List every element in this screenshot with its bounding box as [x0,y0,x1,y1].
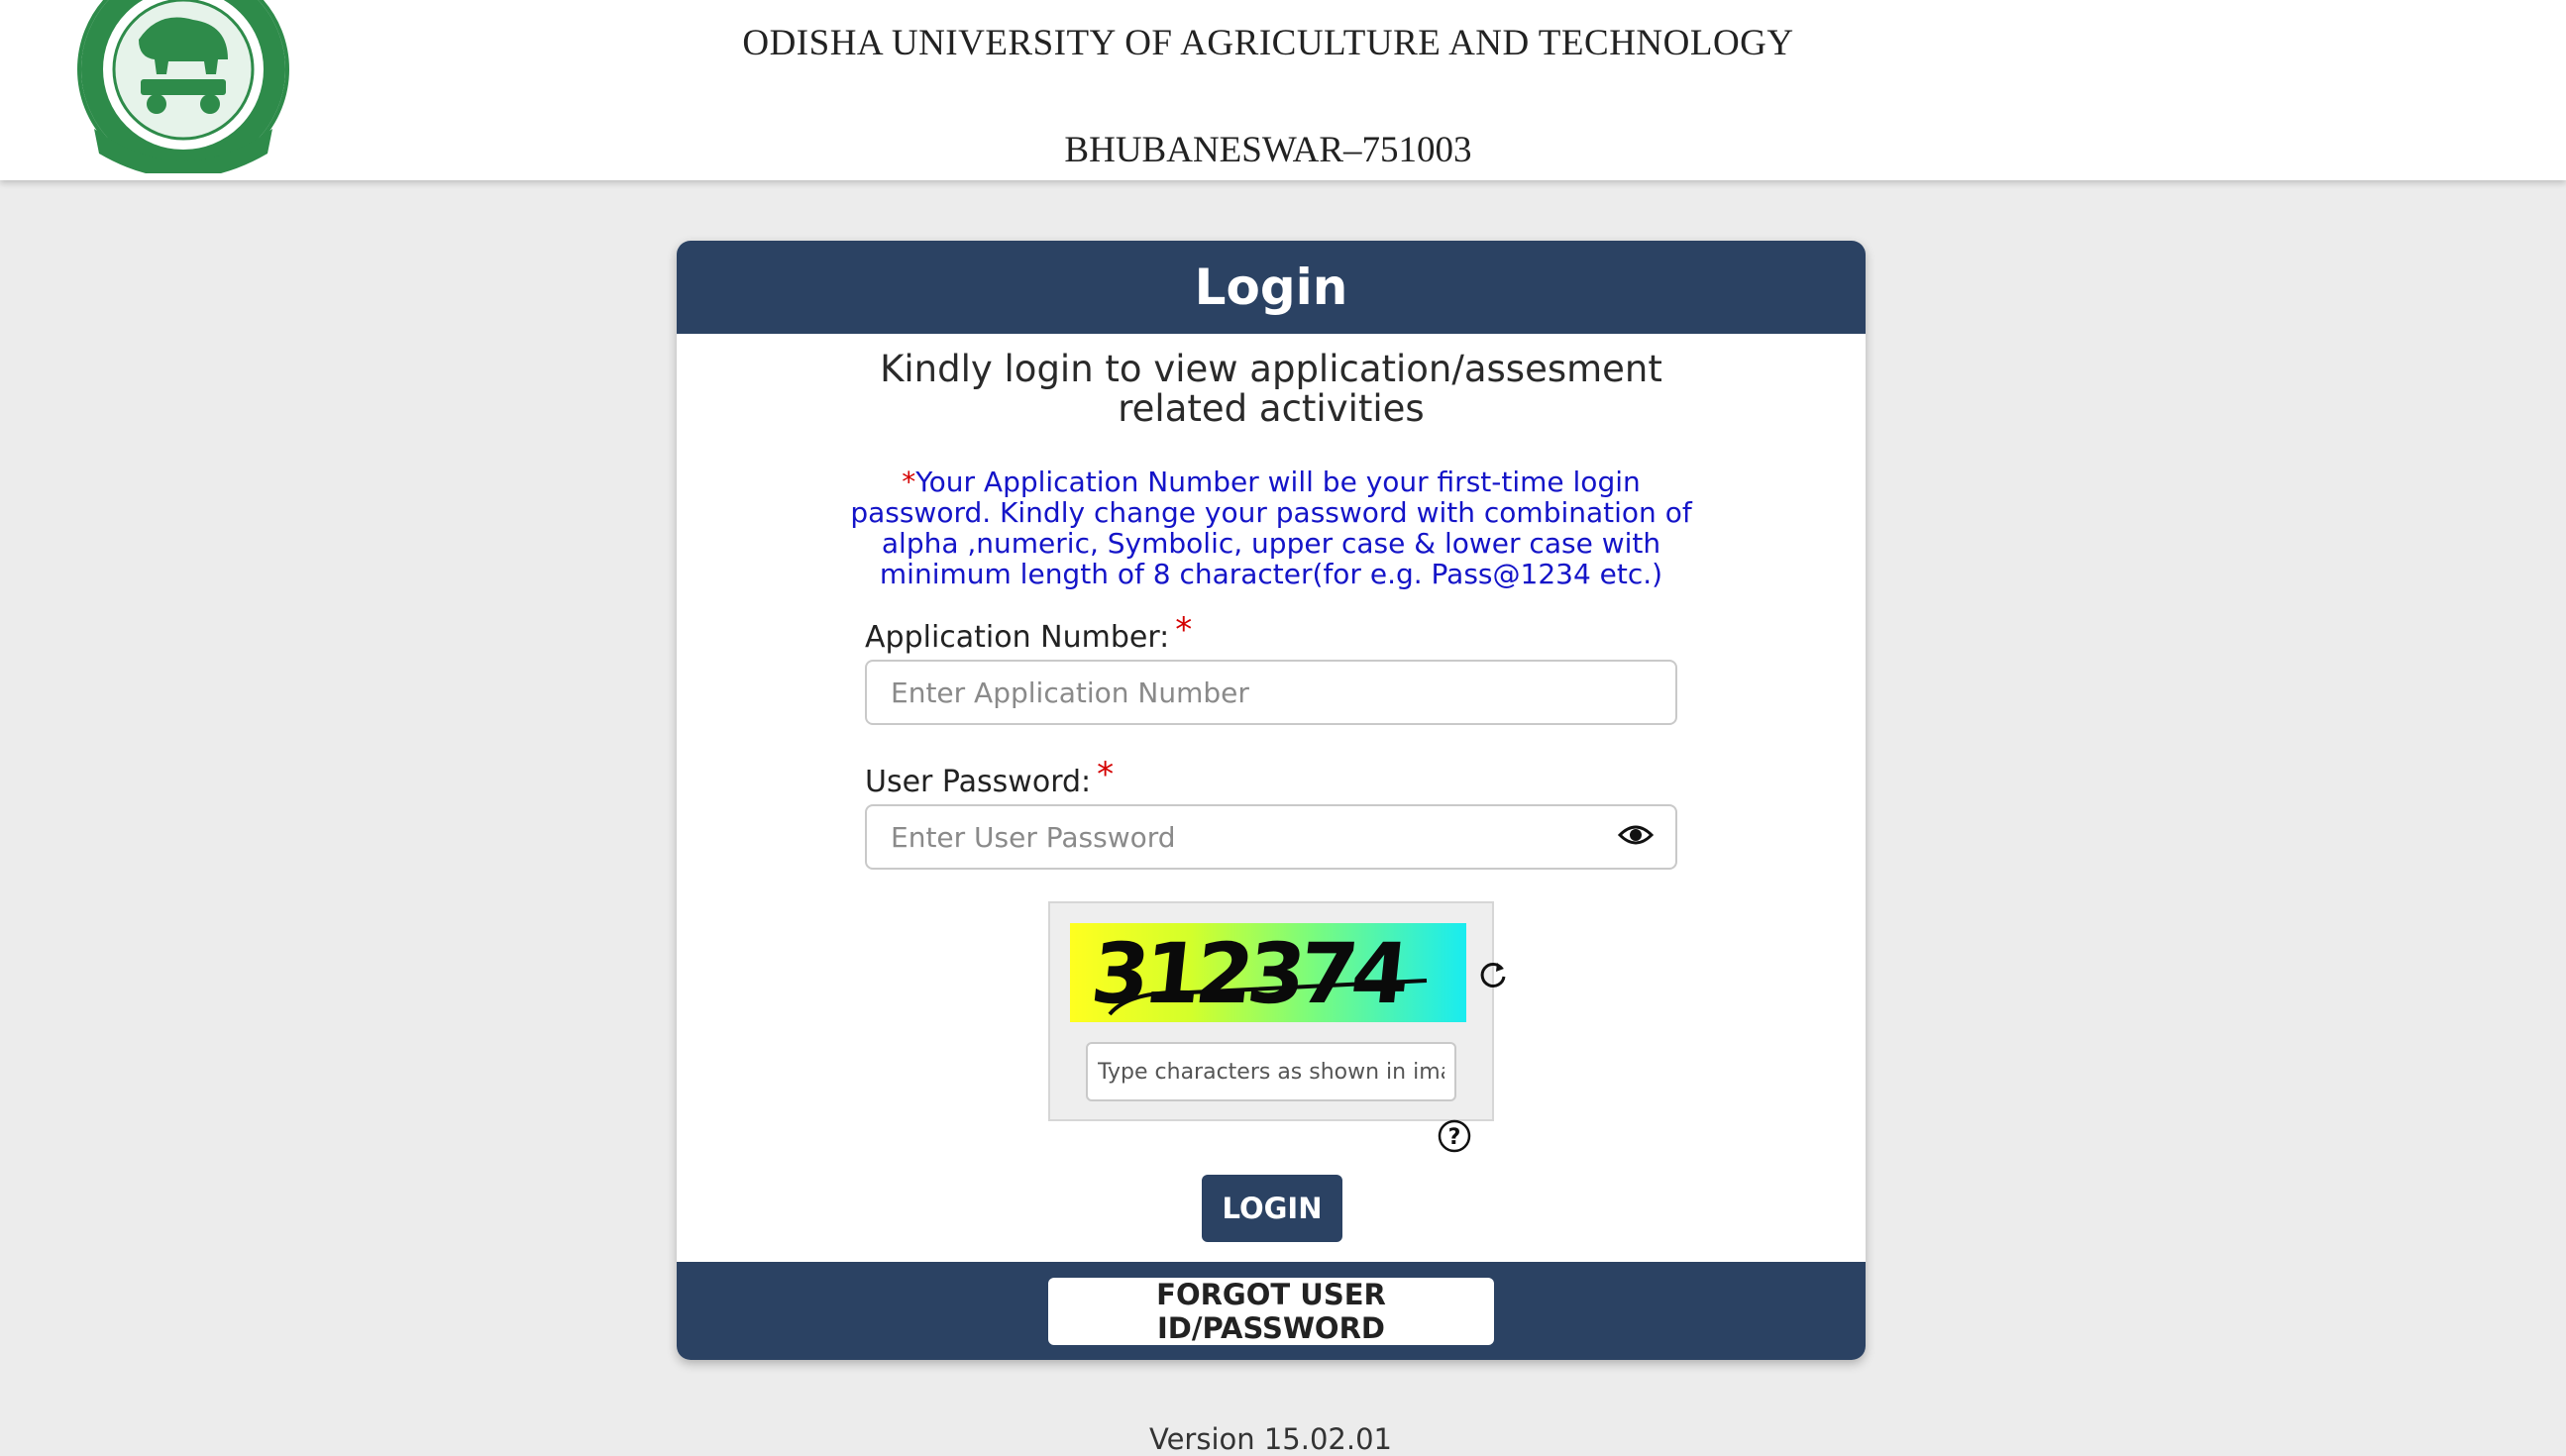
password-note: *Your Application Number will be your fi… [845,467,1697,589]
svg-text:?: ? [1448,1125,1461,1150]
university-name: ODISHA UNIVERSITY OF AGRICULTURE AND TEC… [742,23,1794,63]
eye-icon[interactable] [1618,823,1654,847]
site-header: ODISHA UNIVERSITY OF AGRICULTURE AND TEC… [0,0,2566,180]
application-number-input[interactable] [865,660,1677,725]
password-input[interactable] [865,804,1677,870]
captcha-image: 312374 [1070,923,1466,1022]
required-mark: * [1097,755,1115,794]
login-card-footer: FORGOT USER ID/PASSWORD [677,1262,1866,1360]
captcha-input[interactable] [1086,1042,1456,1101]
forgot-password-button[interactable]: FORGOT USER ID/PASSWORD [1048,1278,1494,1345]
login-title: Login [677,241,1866,334]
captcha-noise-line [1108,979,1428,1016]
refresh-icon[interactable] [1478,960,1508,989]
application-number-label: Application Number: * [865,610,1192,655]
required-mark: * [1175,610,1193,650]
password-label: User Password: * [865,755,1114,799]
version-text: Version 15.02.01 [1149,1422,1392,1456]
application-number-label-text: Application Number: [865,620,1170,655]
login-intro-text: Kindly login to view application/assesme… [880,348,1662,430]
note-text: Your Application Number will be your fir… [850,466,1692,590]
help-icon[interactable]: ? [1438,1119,1471,1153]
login-button[interactable]: LOGIN [1202,1175,1342,1242]
university-city: BHUBANESWAR–751003 [1064,130,1472,170]
captcha-panel: 312374 [1048,901,1506,1121]
password-label-text: User Password: [865,765,1092,799]
login-card: Login Kindly login to view application/a… [677,241,1866,1360]
note-star: * [902,466,916,498]
